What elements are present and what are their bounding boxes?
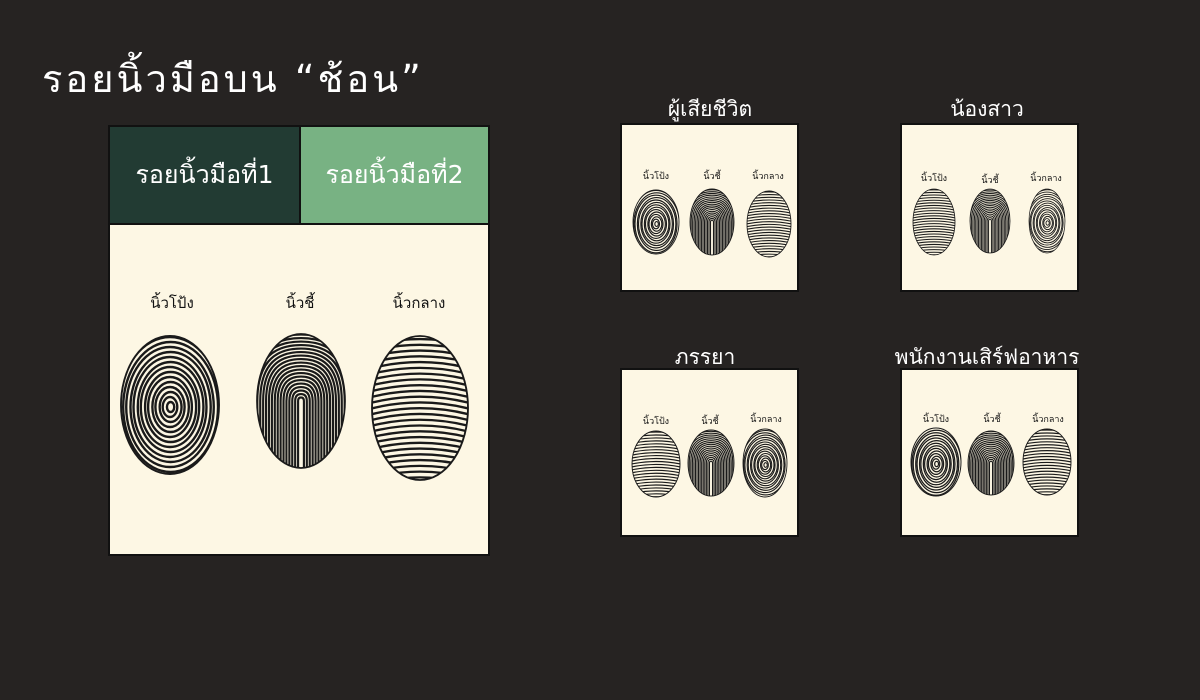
index-fingerprint [969,188,1011,254]
thumb-label: นิ้วโป้ง [150,294,194,312]
fingerprint-tabs: รอยนิ้วมือที่1 รอยนิ้วมือที่2 [110,127,488,225]
middle-finger-label: นิ้วกลาง [1030,174,1062,184]
middle-fingerprint [371,335,469,481]
suspect-card-sister[interactable]: นิ้วโป้ง นิ้วชี้ นิ้วกลาง [900,123,1079,292]
middle-fingerprint [1022,428,1072,496]
thumb-fingerprint [912,188,956,256]
middle-finger-label: นิ้วกลาง [392,294,446,312]
suspect-card-wife[interactable]: นิ้วโป้ง นิ้วชี้ นิ้วกลาง [620,368,799,537]
middle-finger-label: นิ้วกลาง [752,172,784,182]
tab-fingerprint-2[interactable]: รอยนิ้วมือที่2 [301,127,488,223]
index-finger-label: นิ้วชี้ [701,417,719,427]
suspect-title-victim: ผู้เสียชีวิต [667,97,753,121]
suspect-card-victim[interactable]: นิ้วโป้ง นิ้วชี้ นิ้วกลาง [620,123,799,292]
index-finger-label: นิ้วชี้ [983,415,1001,425]
thumb-fingerprint [632,189,680,255]
thumb-label: นิ้วโป้ง [642,172,670,182]
suspect-title-sister: น้องสาว [950,97,1024,121]
middle-finger-label: นิ้วกลาง [750,415,782,425]
middle-finger-label: นิ้วกลาง [1032,415,1064,425]
thumb-fingerprint [120,335,220,475]
middle-fingerprint [746,190,792,258]
thumb-fingerprint [910,427,962,497]
index-finger-label: นิ้วชี้ [981,176,999,186]
thumb-label: นิ้วโป้ง [922,415,950,425]
middle-fingerprint [1028,188,1066,254]
index-fingerprint [256,333,346,469]
evidence-fingerprints: นิ้วโป้ง นิ้วชี้ นิ้วกลาง [110,225,488,554]
index-finger-label: นิ้วชี้ [285,294,315,312]
thumb-label: นิ้วโป้ง [642,417,670,427]
middle-fingerprint [742,428,788,498]
suspect-card-waiter[interactable]: นิ้วโป้ง นิ้วชี้ นิ้วกลาง [900,368,1079,537]
index-fingerprint [689,188,735,256]
index-fingerprint [687,429,735,497]
page-title: รอยนิ้วมือบน “ช้อน” [42,57,424,101]
thumb-label: นิ้วโป้ง [920,174,948,184]
index-fingerprint [967,430,1015,496]
tab-fingerprint-1[interactable]: รอยนิ้วมือที่1 [110,127,301,223]
evidence-panel: รอยนิ้วมือที่1 รอยนิ้วมือที่2 นิ้วโป้ง น… [108,125,490,556]
thumb-fingerprint [631,430,681,498]
index-finger-label: นิ้วชี้ [703,172,721,182]
